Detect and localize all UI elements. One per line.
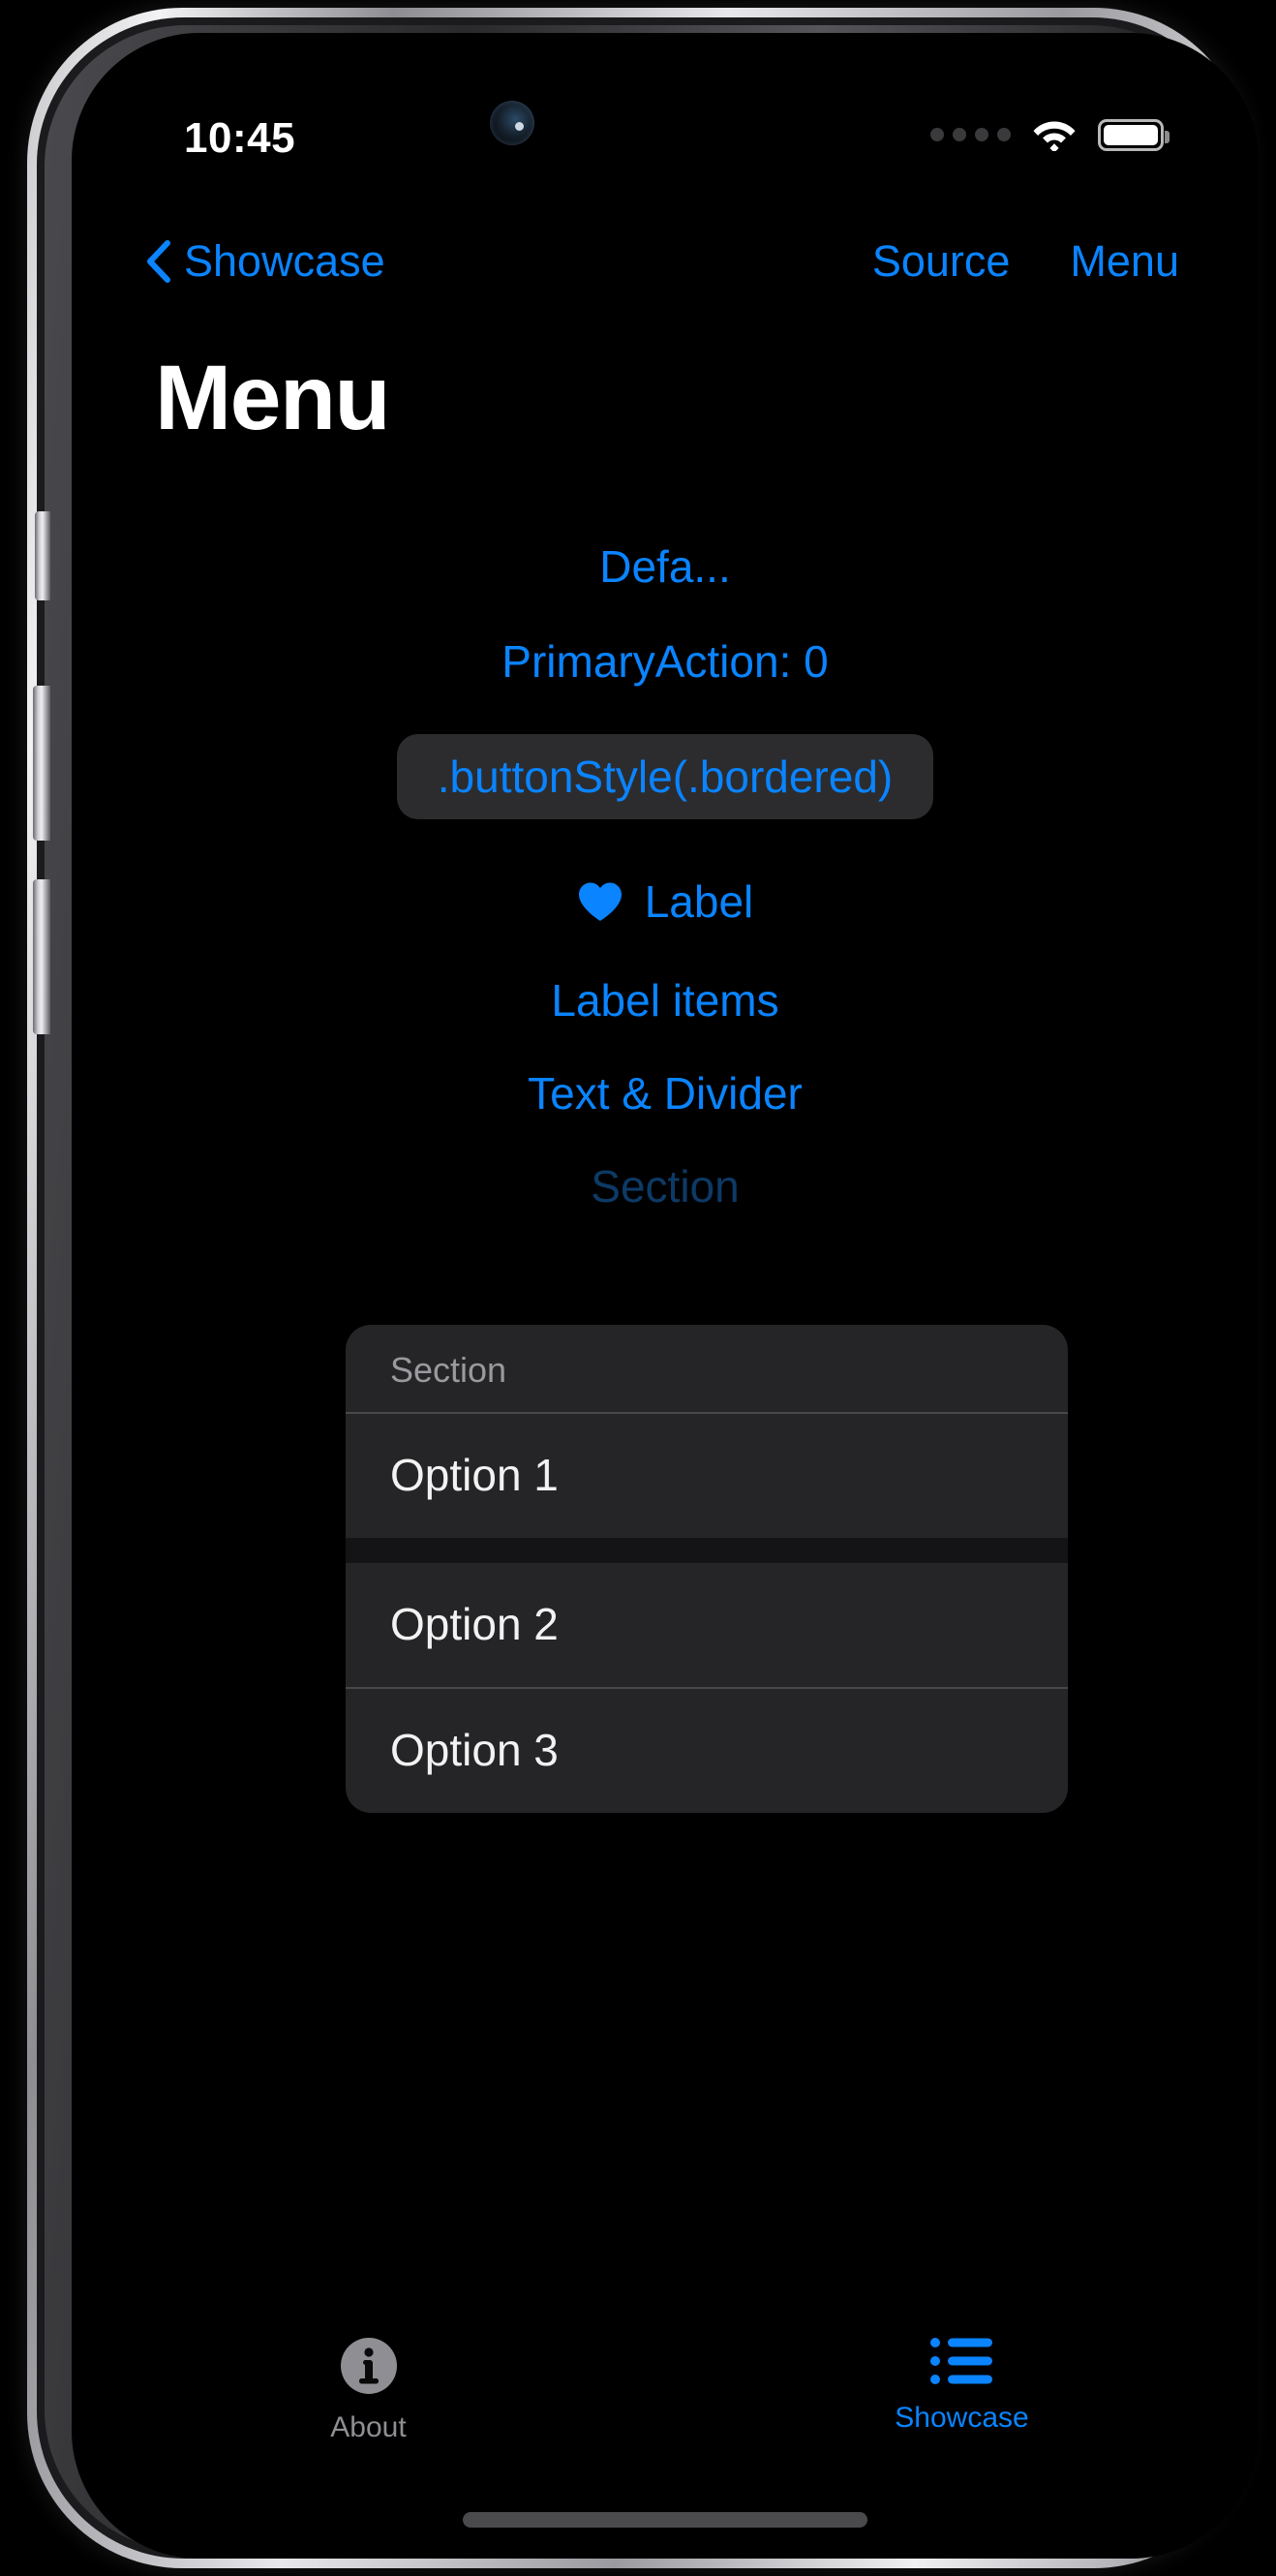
context-menu-popup: Section Option 1 Option 2 Option 3 [346, 1325, 1068, 1813]
tab-showcase-label: Showcase [895, 2402, 1029, 2434]
phone-screen: 10:45 Showcase Source Menu Menu Defa... … [72, 33, 1259, 2559]
tab-bar: About Showcase [72, 2336, 1259, 2444]
navigation-bar-actions: Source Menu [872, 236, 1179, 287]
context-menu-item-option-3[interactable]: Option 3 [346, 1689, 1068, 1813]
context-menu-item-option-2[interactable]: Option 2 [346, 1563, 1068, 1687]
source-button[interactable]: Source [872, 236, 1011, 287]
volume-up-button[interactable] [33, 686, 50, 841]
heart-fill-icon [578, 882, 622, 921]
menu-bordered-row: .buttonStyle(.bordered) [72, 734, 1259, 819]
status-bar-icons [930, 118, 1170, 151]
menu-text-divider-button[interactable]: Text & Divider [72, 1071, 1259, 1116]
tab-about-label: About [330, 2411, 407, 2443]
menu-bordered-button[interactable]: .buttonStyle(.bordered) [396, 734, 934, 819]
tab-about[interactable]: About [72, 2336, 665, 2444]
front-camera-icon [490, 101, 534, 145]
volume-down-button[interactable] [33, 879, 50, 1034]
context-menu-section-header: Section [346, 1325, 1068, 1414]
back-button[interactable]: Showcase [145, 236, 385, 287]
device-frame: 10:45 Showcase Source Menu Menu Defa... … [27, 8, 1259, 2568]
status-bar-time: 10:45 [184, 114, 296, 162]
menu-section-button[interactable]: Section [72, 1164, 1259, 1209]
info-circle-fill-icon [340, 2338, 397, 2394]
context-menu-item-option-1[interactable]: Option 1 [346, 1414, 1068, 1538]
chevron-left-icon [147, 240, 170, 283]
menu-showcase-list: Defa... PrimaryAction: 0 .buttonStyle(.b… [72, 527, 1259, 1209]
menu-label-button[interactable]: Label [577, 875, 754, 928]
tab-showcase[interactable]: Showcase [665, 2336, 1259, 2444]
menu-label-row: Label [72, 875, 1259, 928]
silence-switch-button[interactable] [35, 511, 50, 600]
navigation-bar: Showcase Source Menu [72, 223, 1259, 316]
signal-dots-icon [930, 128, 1011, 141]
menu-button[interactable]: Menu [1070, 236, 1179, 287]
home-indicator[interactable] [463, 2512, 867, 2528]
wifi-icon [1033, 121, 1076, 151]
back-button-label: Showcase [184, 236, 385, 286]
menu-label-items-button[interactable]: Label items [72, 978, 1259, 1023]
list-bullet-icon [929, 2338, 992, 2384]
status-bar: 10:45 [72, 33, 1259, 188]
menu-primary-action-button[interactable]: PrimaryAction: 0 [72, 639, 1259, 684]
page-title: Menu [155, 347, 391, 449]
menu-default-button[interactable]: Defa... [72, 544, 1259, 589]
battery-full-icon [1098, 118, 1170, 151]
context-menu-section-separator [346, 1538, 1068, 1563]
menu-label-button-text: Label [644, 876, 754, 927]
